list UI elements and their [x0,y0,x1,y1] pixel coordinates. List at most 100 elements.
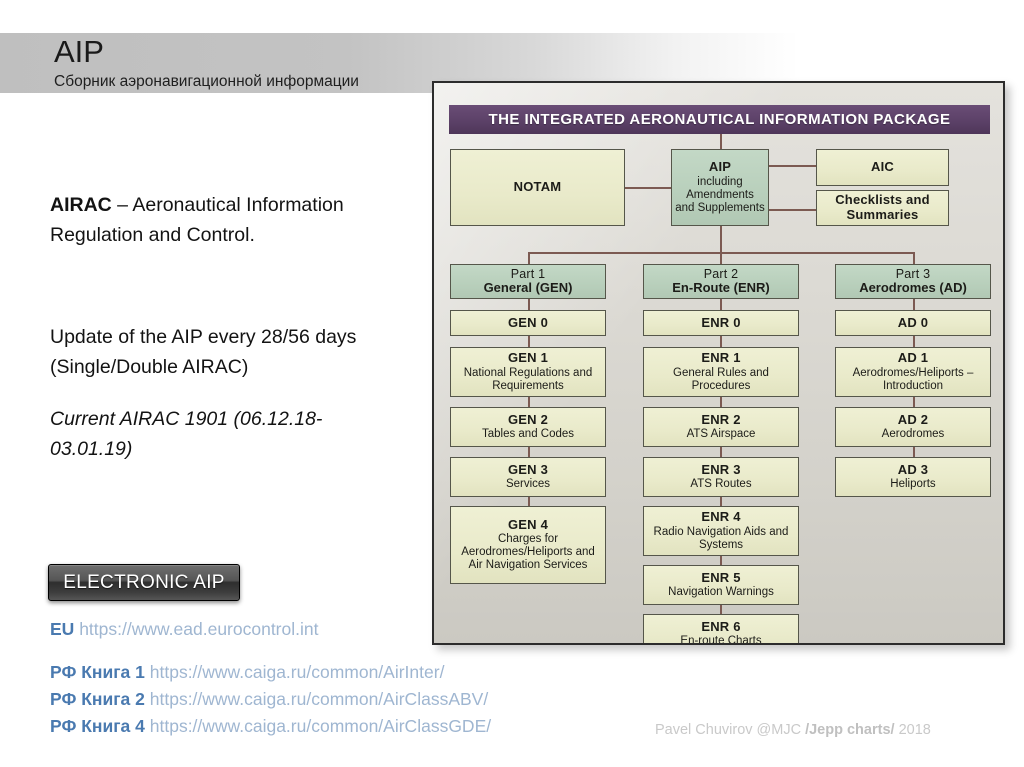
link-label-rf-book-2: РФ Книга 2 [50,689,145,709]
node-enr-6: ENR 6 En-route Charts [643,614,799,645]
node-gen-1-title: GEN 1 [507,350,548,366]
node-enr-2-subtitle: ATS Airspace [686,428,756,441]
connector-enr-6 [720,605,722,614]
link-url-rf-book-1[interactable]: https://www.caiga.ru/common/AirInter/ [150,662,445,682]
node-gen-4-subtitle: Charges for Aerodromes/Heliports and Air… [461,533,595,572]
node-part-1: Part 1 General (GEN) [450,264,606,299]
node-part-3: Part 3 Aerodromes (AD) [835,264,991,299]
connector-banner-to-aip [720,134,722,149]
node-ad-3-title: AD 3 [897,461,929,477]
connector-enr-1 [720,336,722,347]
connector-ad-3 [913,447,915,457]
link-url-rf-book-2[interactable]: https://www.caiga.ru/common/AirClassABV/ [150,689,488,709]
connector-bus-to-part2 [720,252,722,264]
node-ad-3-subtitle: Heliports [890,478,936,491]
node-gen-0: GEN 0 [450,310,606,336]
node-ad-1-title: AD 1 [897,350,929,366]
connector-gen-4 [528,497,530,506]
node-ad-1: AD 1 Aerodromes/Heliports – Introduction [835,347,991,397]
connector-gen-1 [528,336,530,347]
node-gen-2-title: GEN 2 [507,411,548,427]
credit-source: /Jepp charts/ [805,722,895,738]
connector-gen-2 [528,397,530,407]
link-url-eu[interactable]: https://www.ead.eurocontrol.int [79,619,318,639]
connector-bus-to-part3 [913,252,915,264]
paragraph-airac-definition: AIRAC – Aeronautical Information Regulat… [50,190,395,250]
node-gen-4-title: GEN 4 [507,516,548,532]
node-notam: NOTAM [450,149,625,226]
connector-ad-1 [913,336,915,347]
node-part-1-label: Part 1 [510,267,546,282]
node-checklists-title: Checklists and Summaries [835,192,930,222]
node-ad-0-title: AD 0 [897,314,929,330]
author-credit: Pavel Chuvirov @MJC /Jepp charts/ 2018 [655,722,931,738]
connector-ad-0 [913,299,915,310]
credit-prefix: Pavel Chuvirov @MJC [655,722,806,738]
node-part-2-label: Part 2 [703,267,739,282]
link-url-rf-book-4[interactable]: https://www.caiga.ru/common/AirClassGDE/ [150,716,491,736]
electronic-aip-button-label: ELECTRONIC AIP [63,571,225,593]
node-enr-0: ENR 0 [643,310,799,336]
node-enr-3-title: ENR 3 [701,461,741,477]
node-gen-2-subtitle: Tables and Codes [481,428,575,441]
node-gen-1: GEN 1 National Regulations and Requireme… [450,347,606,397]
link-row-rf-book-2[interactable]: РФ Книга 2 https://www.caiga.ru/common/A… [50,689,488,709]
node-enr-1: ENR 1 General Rules and Procedures [643,347,799,397]
node-gen-3-title: GEN 3 [507,461,548,477]
node-enr-6-title: ENR 6 [701,618,741,634]
node-ad-2-subtitle: Aerodromes [881,428,945,441]
node-ad-0: AD 0 [835,310,991,336]
node-gen-2: GEN 2 Tables and Codes [450,407,606,447]
node-part-3-label: Part 3 [895,267,931,282]
node-enr-2-title: ENR 2 [701,411,741,427]
page-title: AIP [54,34,104,69]
node-ad-1-subtitle: Aerodromes/Heliports – Introduction [852,366,974,392]
node-ad-3: AD 3 Heliports [835,457,991,497]
node-part-1-name: General (GEN) [483,280,573,296]
aeronautical-information-package-diagram: THE INTEGRATED AERONAUTICAL INFORMATION … [432,81,1005,645]
node-part-3-name: Aerodromes (AD) [859,280,967,296]
link-row-eu[interactable]: EU https://www.ead.eurocontrol.int [50,619,318,639]
connector-aip-to-checklists [768,209,816,211]
page-subtitle: Сборник аэронавигационной информации [54,73,359,90]
node-aip-title: AIP [708,159,732,175]
connector-gen-0 [528,299,530,310]
node-part-2-name: En-Route (ENR) [672,280,770,296]
paragraph-current-airac: Current AIRAC 1901 (06.12.18-03.01.19) [50,408,323,460]
node-checklists-summaries: Checklists and Summaries [816,190,949,226]
airac-term: AIRAC [50,194,112,216]
connector-enr-3 [720,447,722,457]
node-notam-title: NOTAM [513,179,562,195]
node-enr-4-title: ENR 4 [701,509,741,525]
node-gen-1-subtitle: National Regulations and Requirements [463,366,593,392]
node-enr-3-subtitle: ATS Routes [690,478,752,491]
node-enr-1-subtitle: General Rules and Procedures [673,366,769,392]
node-enr-4-subtitle: Radio Navigation Aids and Systems [653,525,789,551]
diagram-background: THE INTEGRATED AERONAUTICAL INFORMATION … [434,83,1003,643]
node-gen-4: GEN 4 Charges for Aerodromes/Heliports a… [450,506,606,584]
node-enr-6-subtitle: En-route Charts [680,635,762,645]
electronic-aip-button[interactable]: ELECTRONIC AIP [48,564,240,601]
node-enr-2: ENR 2 ATS Airspace [643,407,799,447]
link-row-rf-book-4[interactable]: РФ Книга 4 https://www.caiga.ru/common/A… [50,716,491,736]
node-aic: AIC [816,149,949,186]
connector-enr-4 [720,497,722,506]
node-enr-5-subtitle: Navigation Warnings [668,586,774,599]
node-enr-0-title: ENR 0 [701,314,741,330]
node-gen-3-subtitle: Services [505,478,551,491]
node-enr-4: ENR 4 Radio Navigation Aids and Systems [643,506,799,556]
node-aic-title: AIC [871,159,894,175]
credit-year: 2018 [894,722,931,738]
connector-notam-to-aip [624,187,672,189]
node-enr-5: ENR 5 Navigation Warnings [643,565,799,605]
node-enr-5-title: ENR 5 [701,569,741,585]
connector-ad-2 [913,397,915,407]
link-label-eu: EU [50,619,75,639]
node-part-2: Part 2 En-Route (ENR) [643,264,799,299]
node-ad-2: AD 2 Aerodromes [835,407,991,447]
node-enr-1-title: ENR 1 [701,350,741,366]
connector-enr-0 [720,299,722,310]
connector-bus-to-part1 [528,252,530,264]
link-label-rf-book-4: РФ Книга 4 [50,716,145,736]
link-row-rf-book-1[interactable]: РФ Книга 1 https://www.caiga.ru/common/A… [50,662,445,682]
